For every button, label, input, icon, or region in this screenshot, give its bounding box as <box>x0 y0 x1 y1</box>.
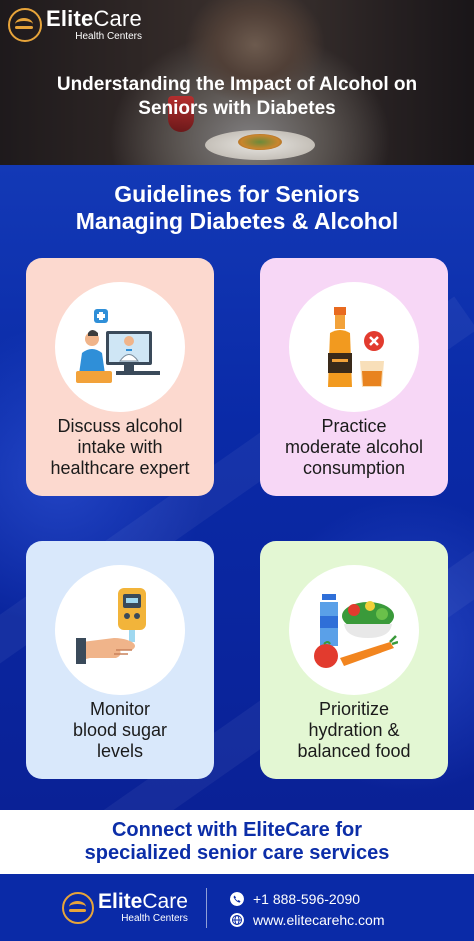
footer-tagline: Health Centers <box>121 913 188 924</box>
guideline-card-moderate: Practice moderate alcohol consumption <box>260 258 448 496</box>
icon-circle <box>289 565 419 695</box>
call-to-action: Connect with EliteCare for specialized s… <box>0 810 474 874</box>
guideline-card-label: Discuss alcohol intake with healthcare e… <box>50 416 190 478</box>
website-contact[interactable]: www.elitecarehc.com <box>230 912 385 928</box>
guideline-card-discuss: Discuss alcohol intake with healthcare e… <box>26 258 214 496</box>
page-title: Understanding the Impact of Alcohol on S… <box>56 74 418 119</box>
healthy-food-icon <box>314 594 398 668</box>
guideline-card-monitor: Monitor blood sugar levels <box>26 541 214 779</box>
infographic-page: EliteCare Health Centers Understanding t… <box>0 0 474 941</box>
phone-number[interactable]: +1 888-596-2090 <box>253 891 360 907</box>
food-image <box>238 134 282 150</box>
guideline-card-label: Practice moderate alcohol consumption <box>284 416 424 478</box>
footer-divider <box>206 888 207 928</box>
guideline-card-label: Monitor blood sugar levels <box>72 699 168 761</box>
elitecare-logo[interactable]: EliteCare Health Centers <box>8 8 142 42</box>
logo-brand-name: EliteCare <box>46 6 142 31</box>
logo-tagline: Health Centers <box>75 31 142 42</box>
website-link[interactable]: www.elitecarehc.com <box>253 912 385 928</box>
footer: EliteCare Health Centers +1 888-596-2090… <box>0 874 474 941</box>
healthcare-consultation-icon <box>76 309 160 383</box>
alcohol-bottle-icon <box>328 307 384 387</box>
glucose-meter-icon <box>76 588 146 664</box>
icon-circle <box>55 282 185 412</box>
footer-brand-name: EliteCare <box>98 890 188 913</box>
globe-icon <box>230 913 244 927</box>
footer-logo[interactable]: EliteCare Health Centers <box>62 891 188 924</box>
phone-icon <box>230 892 244 906</box>
guideline-card-label: Prioritize hydration & balanced food <box>297 699 411 761</box>
elitecare-logo-icon <box>62 891 94 924</box>
guidelines-heading: Guidelines for Seniors Managing Diabetes… <box>75 181 399 234</box>
elitecare-logo-icon <box>8 8 42 42</box>
phone-contact[interactable]: +1 888-596-2090 <box>230 891 360 907</box>
icon-circle <box>289 282 419 412</box>
icon-circle <box>55 565 185 695</box>
guideline-card-hydration: Prioritize hydration & balanced food <box>260 541 448 779</box>
